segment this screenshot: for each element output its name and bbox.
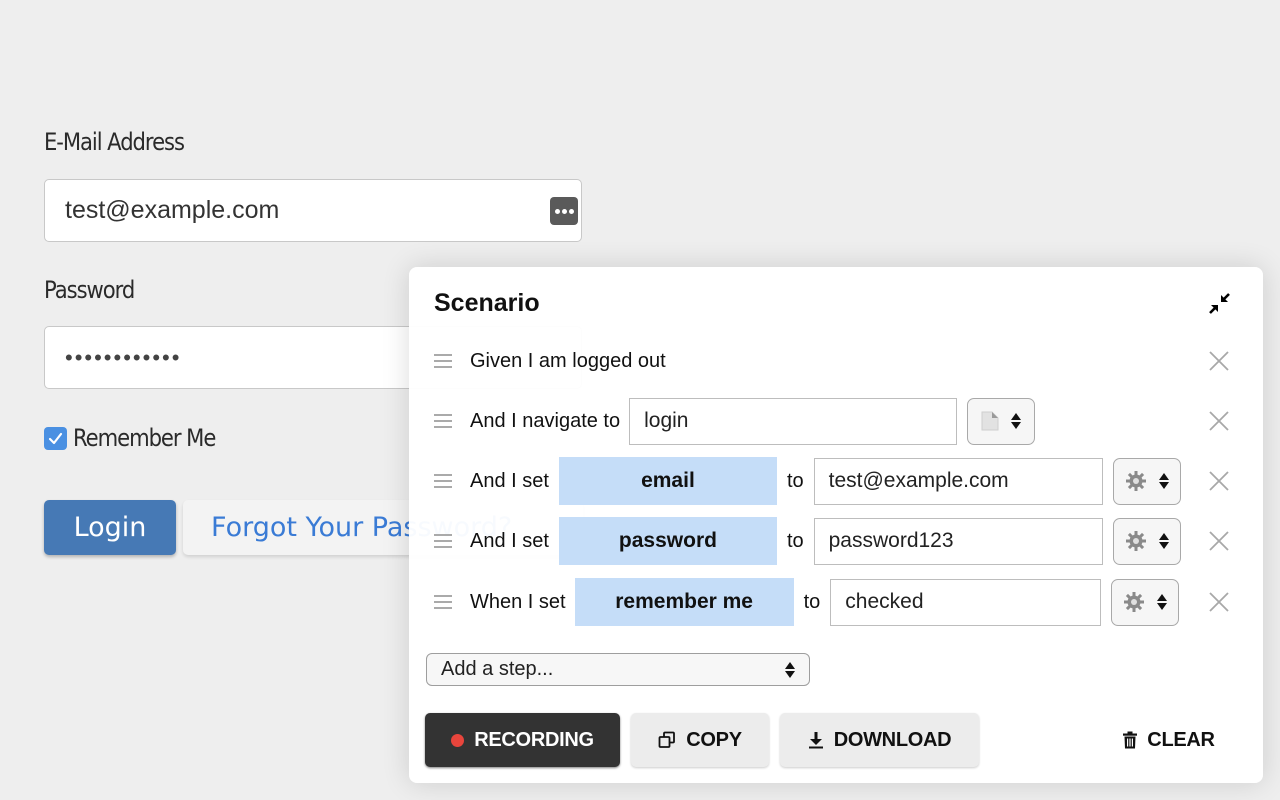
drag-handle-icon[interactable] xyxy=(434,595,452,609)
download-button-label: DOWNLOAD xyxy=(833,728,952,751)
step-keyword: And I set xyxy=(470,469,549,492)
remove-step-icon[interactable] xyxy=(1208,591,1230,613)
updown-arrows-icon xyxy=(1011,413,1022,429)
scenario-panel: Scenario Given I am logged out And I nav… xyxy=(409,267,1263,783)
download-button[interactable]: DOWNLOAD xyxy=(780,713,979,767)
collapse-arrows-icon xyxy=(1209,293,1230,314)
gear-icon xyxy=(1125,471,1146,491)
gear-icon xyxy=(1125,531,1146,551)
step-to-label: to xyxy=(803,590,821,613)
remove-step-icon[interactable] xyxy=(1208,530,1230,552)
add-step-select[interactable]: Add a step... xyxy=(426,653,810,686)
drag-handle-icon[interactable] xyxy=(434,414,452,428)
step-row: And I set email to test@example.com xyxy=(434,456,1233,506)
step-keyword: And I set xyxy=(470,529,549,552)
step-target-chip[interactable]: remember me xyxy=(574,578,794,626)
step-keyword: Given I am logged out xyxy=(470,349,666,372)
email-input[interactable]: test@example.com xyxy=(44,179,582,242)
remove-step-icon[interactable] xyxy=(1208,410,1230,432)
updown-arrows-icon xyxy=(1158,473,1169,489)
recording-button[interactable]: RECORDING xyxy=(425,713,620,767)
step-target-chip[interactable]: password xyxy=(558,517,777,565)
updown-arrows-icon xyxy=(1157,594,1168,610)
remove-step-icon[interactable] xyxy=(1208,350,1230,372)
step-row: Given I am logged out xyxy=(434,336,1233,386)
drag-handle-icon[interactable] xyxy=(434,534,452,548)
updown-arrows-icon xyxy=(785,661,795,678)
step-keyword: When I set xyxy=(470,590,566,613)
password-input-value: •••••••••••• xyxy=(65,344,182,370)
remember-me-checkbox[interactable] xyxy=(44,426,67,450)
step-row: And I navigate to login xyxy=(434,396,1233,446)
step-to-label: to xyxy=(786,469,804,492)
step-row: When I set remember me to checked xyxy=(434,577,1233,627)
trash-icon xyxy=(1123,731,1138,749)
copy-button-label: COPY xyxy=(686,728,742,751)
drag-handle-icon[interactable] xyxy=(434,354,452,368)
step-value-input[interactable]: checked xyxy=(830,578,1102,626)
download-icon xyxy=(808,732,823,749)
drag-handle-icon[interactable] xyxy=(434,474,452,488)
page-icon xyxy=(981,411,999,431)
step-value-input[interactable]: test@example.com xyxy=(813,457,1103,505)
checkmark-icon xyxy=(48,432,63,444)
panel-title: Scenario xyxy=(434,289,540,317)
recording-button-label: RECORDING xyxy=(474,728,594,751)
clear-button-label: CLEAR xyxy=(1147,728,1215,751)
email-input-value: test@example.com xyxy=(65,196,280,224)
step-value-input[interactable]: login xyxy=(629,397,958,445)
step-type-select[interactable] xyxy=(1112,457,1181,505)
step-type-select[interactable] xyxy=(967,397,1036,445)
password-manager-icon[interactable] xyxy=(550,197,578,225)
step-target-chip[interactable]: email xyxy=(558,457,777,505)
password-label: Password xyxy=(44,276,135,304)
step-row: And I set password to password123 xyxy=(434,516,1233,566)
email-label: E-Mail Address xyxy=(44,128,185,156)
copy-button[interactable]: COPY xyxy=(631,713,769,767)
clear-button[interactable]: CLEAR xyxy=(1109,713,1229,767)
step-to-label: to xyxy=(786,529,804,552)
step-keyword: And I navigate to xyxy=(470,409,621,432)
login-button[interactable]: Login xyxy=(44,500,176,555)
remember-me-label: Remember Me xyxy=(73,424,216,452)
collapse-button[interactable] xyxy=(1207,291,1233,317)
remove-step-icon[interactable] xyxy=(1208,470,1230,492)
record-dot-icon xyxy=(451,733,465,747)
updown-arrows-icon xyxy=(1158,533,1169,549)
step-type-select[interactable] xyxy=(1111,578,1180,626)
step-value-input[interactable]: password123 xyxy=(813,517,1103,565)
copy-icon xyxy=(658,731,676,748)
add-step-placeholder: Add a step... xyxy=(441,658,554,680)
remember-me-option[interactable]: Remember Me xyxy=(44,424,235,452)
step-type-select[interactable] xyxy=(1112,517,1181,565)
gear-icon xyxy=(1124,592,1145,612)
